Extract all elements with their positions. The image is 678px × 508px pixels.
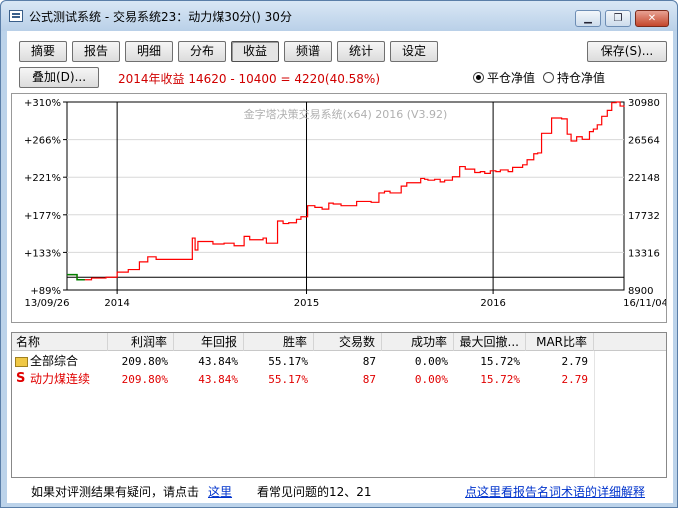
row-name: 动力煤连续 [30,372,91,386]
left-tick-label: +221% [24,173,61,184]
right-tick-label: 17732 [628,211,660,222]
row-success-rate: 0.00% [414,373,448,386]
x-tick-label: 16/11/04 [623,298,666,309]
radio-flat-equity[interactable]: 平仓净值 [473,69,535,86]
row-trade-count: 87 [362,373,376,386]
right-tick-label: 13316 [628,248,660,259]
radio-hold-equity[interactable]: 持仓净值 [543,69,605,86]
left-tick-label: +89% [30,286,61,297]
glossary-link[interactable]: 点这里看报告名词术语的详细解释 [465,483,645,500]
client-area: 摘要 报告 明细 分布 收益 频谱 统计 设定 保存(S)... 叠加(D)..… [7,31,673,503]
table-row[interactable]: 全部综合 209.80% 43.84% 55.17% 87 0.00% 15.7… [12,353,666,370]
close-button[interactable]: ✕ [635,10,669,27]
here-link[interactable]: 这里 [208,483,232,500]
header-max-drawdown[interactable]: 最大回撤... [454,333,526,351]
row-mar-ratio: 2.79 [561,355,589,368]
equity-chart: +310% 30980 +266% 26564 +221% 22148 +177% 17732… [11,93,668,323]
tab-returns[interactable]: 收益 [231,41,279,62]
row-trade-count: 87 [362,355,376,368]
right-tick-label: 30980 [628,98,660,109]
row-max-drawdown: 15.72% [480,373,520,386]
header-success-rate[interactable]: 成功率 [382,333,454,351]
x-tick-label: 2014 [104,298,129,309]
restore-button[interactable]: ❐ [605,10,631,27]
window-title: 公式测试系统 - 交易系统23：动力煤30分() 30分 [29,10,292,24]
tab-summary[interactable]: 摘要 [19,41,67,62]
radio-flat-label: 平仓净值 [487,71,536,85]
tab-settings[interactable]: 设定 [390,41,438,62]
x-tick-label: 2015 [294,298,319,309]
right-tick-label: 8900 [628,286,653,297]
left-tick-label: +266% [24,136,61,147]
tab-distribution[interactable]: 分布 [178,41,226,62]
row-profit-rate: 209.80% [121,355,168,368]
title-bar[interactable]: 公式测试系统 - 交易系统23：动力煤30分() 30分 ▁ ❐ ✕ [1,1,677,31]
row-annual-return: 43.84% [198,373,238,386]
row-win-rate: 55.17% [268,355,308,368]
minimize-button[interactable]: ▁ [575,10,601,27]
tab-spectrum[interactable]: 频谱 [284,41,332,62]
row-annual-return: 43.84% [198,355,238,368]
header-trade-count[interactable]: 交易数 [314,333,382,351]
row-profit-rate: 209.80% [121,373,168,386]
header-profit-rate[interactable]: 利润率 [108,333,174,351]
left-tick-label: +133% [24,248,61,259]
row-max-drawdown: 15.72% [480,355,520,368]
plot-area [66,101,625,291]
row-name: 全部综合 [30,354,79,368]
results-table: 名称 利润率 年回报 胜率 交易数 成功率 最大回撤... MAR比率 全部综合… [11,332,667,478]
footer-bar: 如果对评测结果有疑问，请点击 这里 看常见问题的12、21 点这里看报告名词术语… [7,481,673,503]
table-row[interactable]: S 动力煤连续 209.80% 43.84% 55.17% 87 0.00% 1… [12,371,666,388]
header-mar-ratio[interactable]: MAR比率 [526,333,594,351]
app-icon [9,10,23,22]
radio-hold-dot[interactable] [543,72,554,83]
toolbar: 摘要 报告 明细 分布 收益 频谱 统计 设定 保存(S)... 叠加(D)..… [7,31,673,91]
tab-report[interactable]: 报告 [72,41,120,62]
faq-text: 看常见问题的12、21 [257,485,372,499]
left-tick-label: +177% [24,211,61,222]
overlay-button[interactable]: 叠加(D)... [19,67,99,88]
tab-details[interactable]: 明细 [125,41,173,62]
header-win-rate[interactable]: 胜率 [244,333,314,351]
x-tick-label: 13/09/26 [25,298,70,309]
save-button[interactable]: 保存(S)... [587,41,667,62]
app-window: 公式测试系统 - 交易系统23：动力煤30分() 30分 ▁ ❐ ✕ 摘要 报告… [0,0,678,508]
right-tick-label: 26564 [628,136,660,147]
right-tick-label: 22148 [628,173,660,184]
row-win-rate: 55.17% [268,373,308,386]
left-tick-label: +310% [24,98,61,109]
row-success-rate: 0.00% [414,355,448,368]
radio-hold-label: 持仓净值 [557,71,606,85]
watermark-text: 金字塔决策交易系统(x64) 2016 (V3.92) [244,107,448,121]
radio-flat-dot[interactable] [473,72,484,83]
question-text: 如果对评测结果有疑问，请点击 [31,485,200,499]
tab-statistics[interactable]: 统计 [337,41,385,62]
equity-chart-svg: +310% 30980 +266% 26564 +221% 22148 +177% 17732… [24,98,668,309]
row-mar-ratio: 2.79 [561,373,589,386]
x-tick-label: 2016 [480,298,505,309]
header-annual-return[interactable]: 年回报 [174,333,244,351]
header-name[interactable]: 名称 [12,333,108,351]
table-header: 名称 利润率 年回报 胜率 交易数 成功率 最大回撤... MAR比率 [12,333,666,351]
yearly-return-summary: 2014年收益 14620 - 10400 = 4220(40.58%) [118,72,381,86]
